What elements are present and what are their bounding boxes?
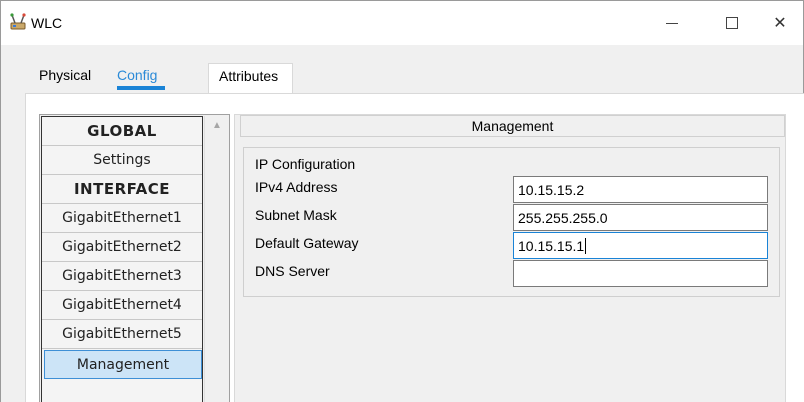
tab-label: Attributes	[219, 68, 279, 84]
nav-list-items: GLOBAL Settings INTERFACE GigabitEtherne…	[41, 116, 203, 402]
tab-config[interactable]: Config	[107, 63, 169, 93]
dns-server-input[interactable]	[513, 260, 768, 287]
subnet-mask-input[interactable]: 255.255.255.0	[513, 204, 768, 231]
config-nav-list: GLOBAL Settings INTERFACE GigabitEtherne…	[39, 114, 230, 402]
tab-label: Physical	[39, 67, 92, 83]
nav-item-gigabitethernet2[interactable]: GigabitEthernet2	[42, 233, 202, 262]
minimize-icon	[666, 22, 678, 24]
config-content: GLOBAL Settings INTERFACE GigabitEtherne…	[25, 93, 804, 402]
minimize-button[interactable]	[649, 7, 695, 39]
nav-item-gigabitethernet4[interactable]: GigabitEthernet4	[42, 291, 202, 320]
nav-header-label: INTERFACE	[73, 180, 171, 198]
maximize-button[interactable]	[709, 7, 755, 39]
tab-physical[interactable]: Physical	[29, 63, 101, 93]
default-gateway-label: Default Gateway	[255, 235, 359, 251]
active-tab-indicator	[117, 86, 166, 90]
nav-item-gigabitethernet1[interactable]: GigabitEthernet1	[42, 204, 202, 233]
nav-item-label: GigabitEthernet4	[62, 297, 182, 313]
group-title: IP Configuration	[255, 156, 356, 172]
text-caret	[585, 238, 587, 254]
nav-item-label: GigabitEthernet2	[62, 239, 182, 255]
nav-item-label: Settings	[93, 152, 151, 168]
nav-item-label: GigabitEthernet5	[62, 326, 182, 342]
wireless-controller-icon	[10, 13, 26, 30]
ipv4-address-value: 10.15.15.2	[518, 182, 585, 198]
tab-bar: Physical Config Attributes	[1, 45, 803, 95]
nav-item-management[interactable]: Management	[44, 350, 202, 379]
close-button[interactable]: ✕	[757, 7, 803, 39]
nav-item-gigabitethernet3[interactable]: GigabitEthernet3	[42, 262, 202, 291]
default-gateway-input[interactable]: 10.15.15.1	[513, 232, 768, 259]
nav-list-scrollbar[interactable]: ▲	[204, 116, 228, 402]
dns-server-label: DNS Server	[255, 263, 330, 279]
title-bar: WLC ✕	[1, 1, 803, 45]
tab-label: Config	[117, 67, 158, 83]
close-icon: ✕	[773, 15, 787, 32]
maximize-icon	[726, 17, 738, 29]
nav-header-global: GLOBAL	[42, 117, 202, 146]
window-title: WLC	[31, 15, 63, 31]
wlc-window: WLC ✕ Physical Config Attributes GLOBAL …	[0, 0, 804, 402]
section-title: Management	[240, 115, 785, 137]
default-gateway-value: 10.15.15.1	[518, 238, 585, 254]
tab-attributes[interactable]: Attributes	[208, 63, 294, 95]
nav-item-label: GigabitEthernet1	[62, 210, 182, 226]
management-panel: Management IP Configuration IPv4 Address…	[234, 114, 786, 402]
ip-configuration-group: IP Configuration IPv4 Address 10.15.15.2…	[243, 147, 780, 297]
nav-item-settings[interactable]: Settings	[42, 146, 202, 175]
subnet-mask-label: Subnet Mask	[255, 207, 337, 223]
nav-header-interface: INTERFACE	[42, 175, 202, 204]
default-gateway-text-wrap: 10.15.15.1	[518, 238, 587, 254]
ipv4-address-input[interactable]: 10.15.15.2	[513, 176, 768, 203]
subnet-mask-value: 255.255.255.0	[518, 210, 608, 226]
nav-item-gigabitethernet5[interactable]: GigabitEthernet5	[42, 320, 202, 349]
nav-header-label: GLOBAL	[87, 122, 157, 140]
ipv4-address-label: IPv4 Address	[255, 179, 338, 195]
nav-item-label: Management	[76, 357, 170, 373]
nav-item-label: GigabitEthernet3	[62, 268, 182, 284]
scroll-up-icon[interactable]: ▲	[212, 120, 222, 131]
